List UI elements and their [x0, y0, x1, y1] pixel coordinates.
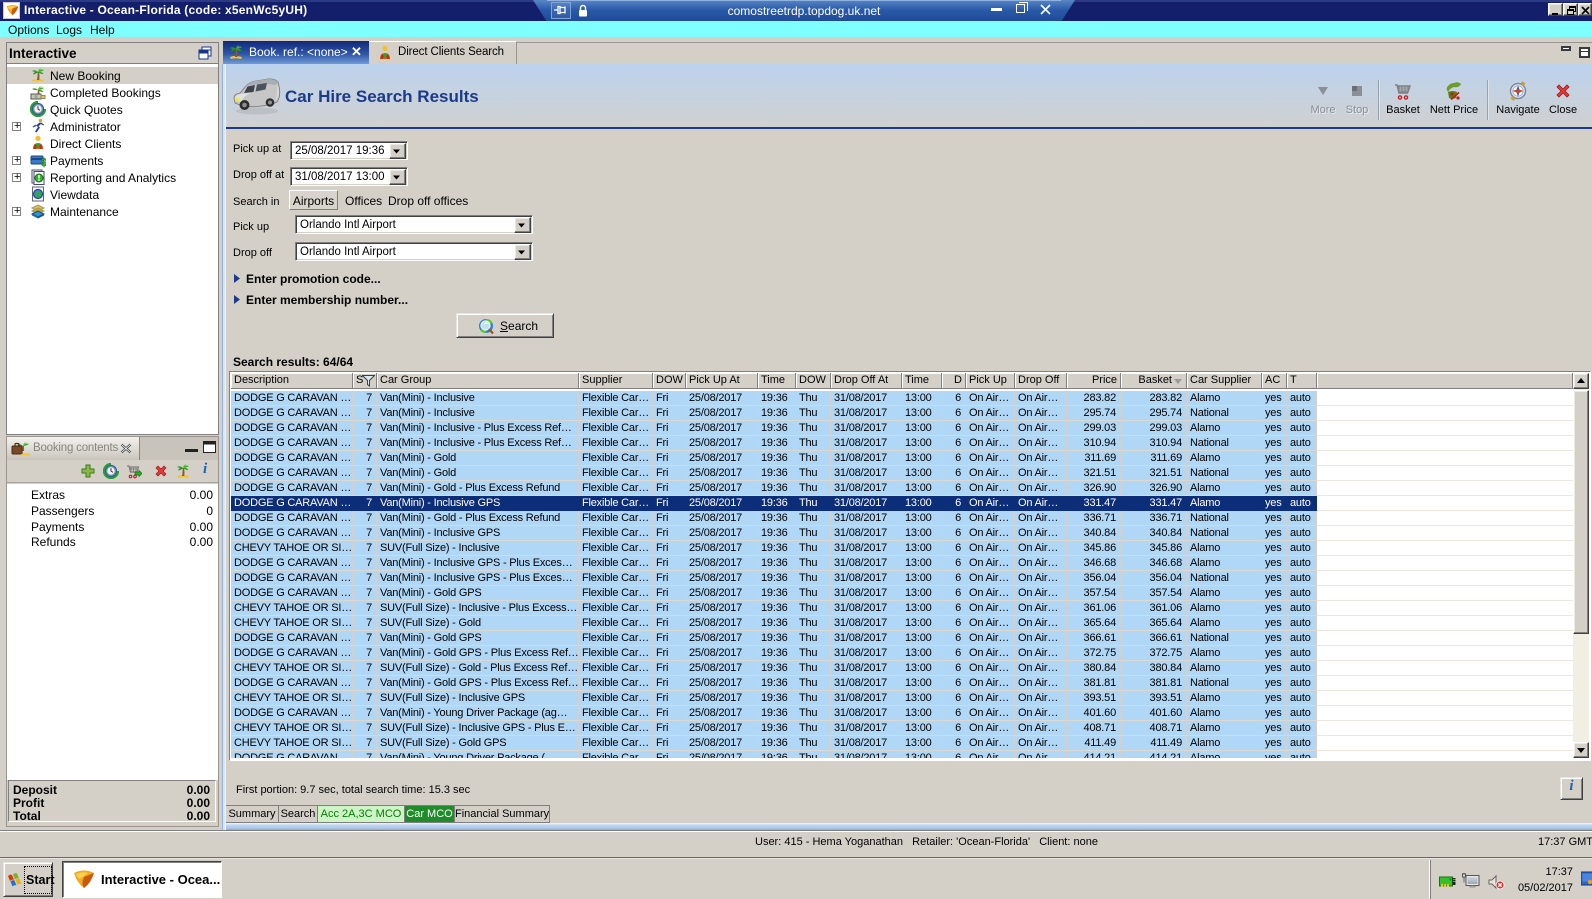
- svg-text:$: $: [41, 157, 46, 168]
